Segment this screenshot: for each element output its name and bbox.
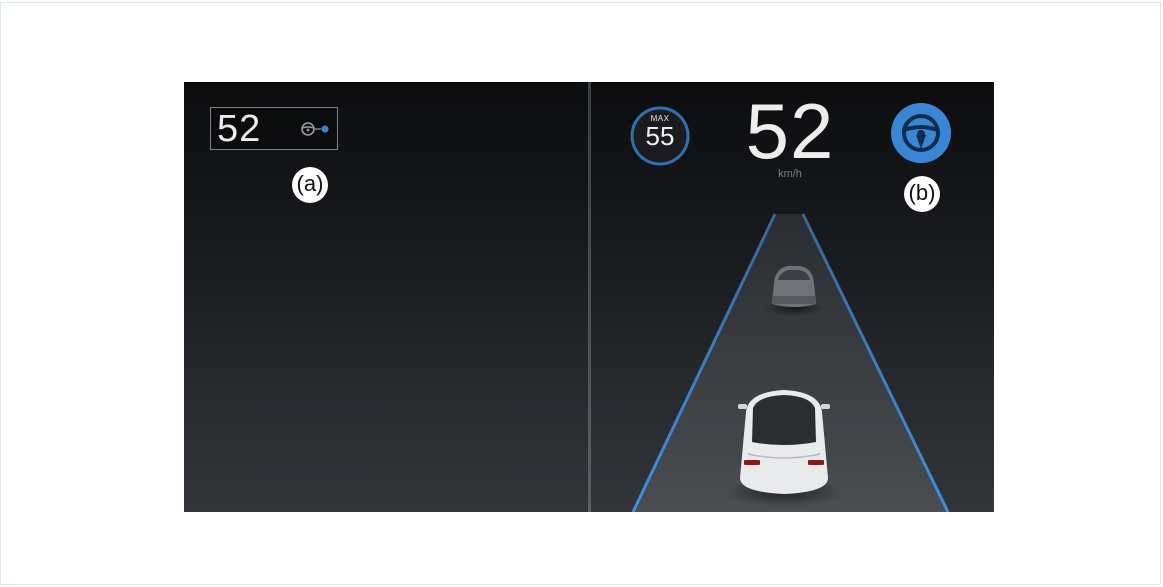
callout-b-label: (b) <box>904 176 940 212</box>
ego-vehicle <box>726 390 842 506</box>
autosteer-available-icon <box>301 122 329 136</box>
current-speed-large: 52 <box>745 87 835 175</box>
callout-a-label: (a) <box>292 167 328 203</box>
instrument-panel-figure: 52 (a) MAX 55 52 km/h (b) <box>184 82 994 512</box>
speed-readout-box: 52 <box>210 107 338 150</box>
current-speed-small: 52 <box>217 108 262 150</box>
speed-unit: km/h <box>778 168 802 180</box>
speed-limit-value: 55 <box>645 121 675 151</box>
steering-wheel-icon <box>891 103 951 163</box>
